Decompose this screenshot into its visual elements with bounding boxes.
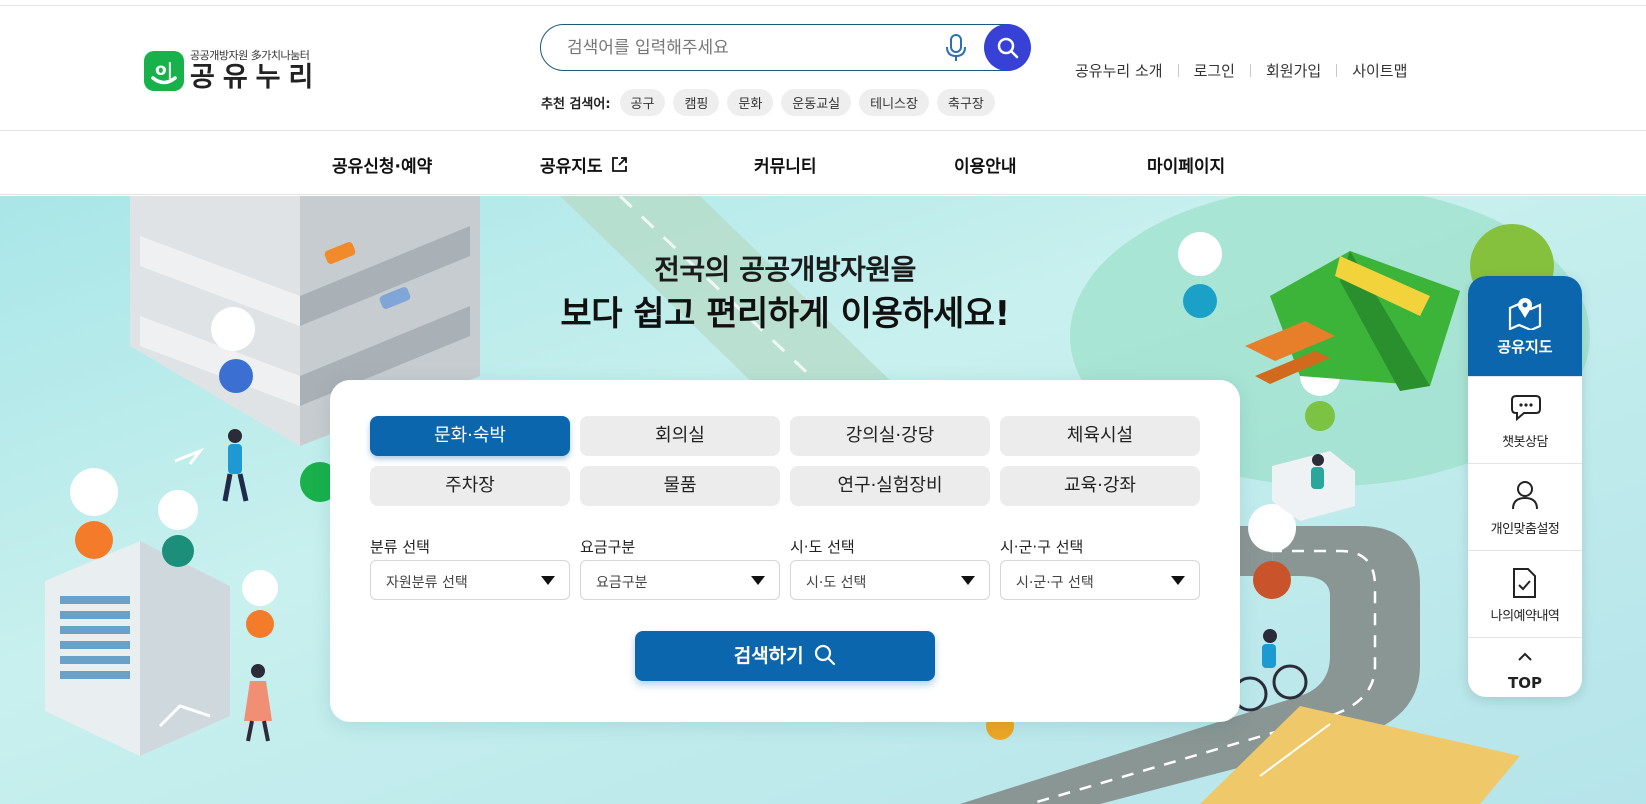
quick-my-reservations-label: 나의예약내역 bbox=[1490, 609, 1560, 624]
category-culture-lodging[interactable]: 문화·숙박 bbox=[370, 416, 570, 456]
caret-down-icon bbox=[751, 576, 765, 585]
site-header: o| 공공개방자원 多가치나눔터 공유누리 추천 검색어: 공구 캠핑 문화 운… bbox=[0, 6, 1646, 131]
fee-select-value: 요금구분 bbox=[596, 575, 648, 591]
nav-reservation[interactable]: 공유신청·예약 bbox=[332, 152, 432, 177]
category-meeting-room[interactable]: 회의실 bbox=[580, 416, 780, 456]
quick-personal-settings-label: 개인맞춤설정 bbox=[1490, 522, 1560, 537]
hero-section: 전국의 공공개방자원을 보다 쉽고 편리하게 이용하세요! 문화·숙박 회의실 … bbox=[0, 196, 1646, 804]
recommended-keywords: 추천 검색어: 공구 캠핑 문화 운동교실 테니스장 축구장 bbox=[541, 88, 1003, 116]
quick-share-map-label: 공유지도 bbox=[1497, 338, 1553, 356]
caret-down-icon bbox=[1171, 576, 1185, 585]
map-pin-icon bbox=[1508, 298, 1542, 330]
category-sports-facility[interactable]: 체육시설 bbox=[1000, 416, 1200, 456]
divider bbox=[1336, 64, 1338, 77]
about-link[interactable]: 공유누리 소개 bbox=[1075, 60, 1163, 81]
province-select[interactable]: 시·도 선택 bbox=[790, 560, 990, 600]
quick-chatbot-label: 챗봇상담 bbox=[1502, 435, 1548, 450]
recommended-tag[interactable]: 테니스장 bbox=[859, 88, 929, 116]
nav-share-map[interactable]: 공유지도 bbox=[540, 152, 628, 177]
recommended-tag[interactable]: 축구장 bbox=[936, 88, 995, 116]
recommended-tag[interactable]: 운동교실 bbox=[781, 88, 852, 116]
category-goods[interactable]: 물품 bbox=[580, 466, 780, 506]
recommended-label: 추천 검색어: bbox=[541, 96, 611, 112]
chevron-up-icon bbox=[1518, 652, 1532, 661]
filter-label-district: 시·군·구 선택 bbox=[1000, 538, 1084, 556]
quick-personal-settings[interactable]: 개인맞춤설정 bbox=[1468, 463, 1582, 550]
resource-search-panel: 문화·숙박 회의실 강의실·강당 체육시설 주차장 물품 연구·실험장비 교육·… bbox=[330, 380, 1240, 722]
logo-name: 공유누리 bbox=[190, 62, 322, 93]
province-select-value: 시·도 선택 bbox=[806, 575, 867, 591]
category-education[interactable]: 교육·강좌 bbox=[1000, 466, 1200, 506]
district-select-value: 시·군·구 선택 bbox=[1016, 575, 1094, 591]
search-box bbox=[540, 24, 1031, 71]
user-icon bbox=[1512, 481, 1538, 510]
hero-title-line1: 전국의 공공개방자원을 bbox=[654, 253, 916, 286]
sitemap-link[interactable]: 사이트맵 bbox=[1352, 60, 1407, 81]
filter-label-fee: 요금구분 bbox=[580, 538, 636, 556]
search-icon bbox=[815, 644, 836, 665]
filter-label-category: 분류 선택 bbox=[370, 538, 430, 556]
category-select-value: 자원분류 선택 bbox=[386, 575, 468, 591]
nav-guide[interactable]: 이용안내 bbox=[954, 152, 1017, 177]
nav-community[interactable]: 커뮤니티 bbox=[754, 152, 817, 177]
category-research-equipment[interactable]: 연구·실험장비 bbox=[790, 466, 990, 506]
quick-share-map[interactable]: 공유지도 bbox=[1468, 276, 1582, 376]
caret-down-icon bbox=[541, 576, 555, 585]
caret-down-icon bbox=[961, 576, 975, 585]
category-select[interactable]: 자원분류 선택 bbox=[370, 560, 570, 600]
logo-smile-icon: o| bbox=[144, 50, 184, 91]
fee-select[interactable]: 요금구분 bbox=[580, 560, 780, 600]
chat-bubble-icon bbox=[1511, 395, 1541, 421]
quick-menu: 공유지도 챗봇상담 개인맞춤설정 나의예약내역 TOP bbox=[1468, 276, 1582, 697]
search-button[interactable] bbox=[984, 24, 1031, 71]
category-lecture-hall[interactable]: 강의실·강당 bbox=[790, 416, 990, 456]
hero-title-line2: 보다 쉽고 편리하게 이용하세요! bbox=[560, 294, 1010, 334]
divider bbox=[1177, 64, 1179, 77]
svg-text:o|: o| bbox=[155, 60, 173, 80]
nav-share-map-label: 공유지도 bbox=[540, 157, 603, 177]
scroll-top-button[interactable]: TOP bbox=[1468, 637, 1582, 697]
search-icon bbox=[997, 37, 1019, 59]
login-link[interactable]: 로그인 bbox=[1194, 60, 1235, 81]
district-select[interactable]: 시·군·구 선택 bbox=[1000, 560, 1200, 600]
main-nav: 공유신청·예약 공유지도 커뮤니티 이용안내 마이페이지 bbox=[0, 131, 1646, 195]
recommended-tag[interactable]: 공구 bbox=[619, 88, 666, 116]
scroll-top-label: TOP bbox=[1508, 674, 1542, 692]
document-check-icon bbox=[1513, 568, 1536, 598]
logo-subtitle: 공공개방자원 多가치나눔터 bbox=[190, 49, 310, 62]
filter-label-province: 시·도 선택 bbox=[790, 538, 855, 556]
search-submit-button[interactable]: 검색하기 bbox=[635, 631, 935, 681]
search-submit-label: 검색하기 bbox=[733, 645, 804, 667]
recommended-tag[interactable]: 문화 bbox=[727, 88, 774, 116]
recommended-tag[interactable]: 캠핑 bbox=[673, 88, 720, 116]
site-logo[interactable]: o| 공공개방자원 多가치나눔터 공유누리 bbox=[144, 50, 321, 91]
quick-chatbot[interactable]: 챗봇상담 bbox=[1468, 376, 1582, 463]
quick-my-reservations[interactable]: 나의예약내역 bbox=[1468, 550, 1582, 637]
external-link-icon bbox=[611, 157, 627, 172]
nav-mypage[interactable]: 마이페이지 bbox=[1147, 152, 1225, 177]
signup-link[interactable]: 회원가입 bbox=[1266, 60, 1321, 81]
divider bbox=[1249, 64, 1251, 77]
category-parking[interactable]: 주차장 bbox=[370, 466, 570, 506]
utility-links: 공유누리 소개 로그인 회원가입 사이트맵 bbox=[1075, 60, 1407, 81]
microphone-icon[interactable] bbox=[944, 34, 968, 62]
search-input[interactable] bbox=[567, 35, 927, 61]
